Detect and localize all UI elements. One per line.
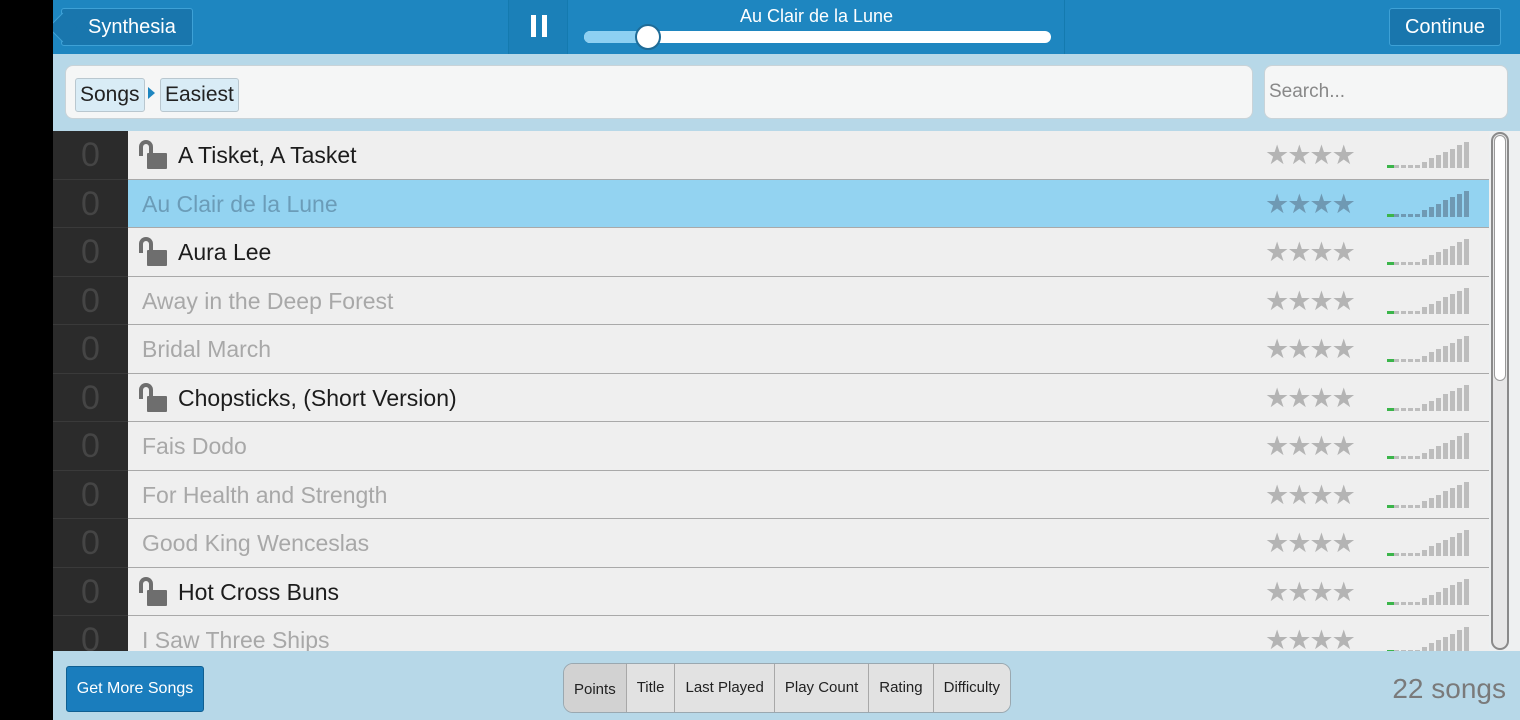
breadcrumb-songs[interactable]: Songs bbox=[75, 78, 145, 112]
top-bar: Synthesia Au Clair de la Lune Continue bbox=[53, 0, 1520, 54]
difficulty-bars-icon bbox=[1387, 336, 1475, 362]
song-row[interactable]: 0 Aura Lee ★★★★ bbox=[53, 228, 1489, 277]
breadcrumb: Songs Easiest bbox=[65, 65, 1253, 119]
sort-tab-points[interactable]: Points bbox=[564, 664, 627, 712]
song-points: 0 bbox=[53, 422, 128, 471]
rating-stars-icon: ★★★★ bbox=[1265, 188, 1356, 219]
sort-tabs: Points Title Last Played Play Count Rating Di… bbox=[563, 663, 1012, 713]
unlocked-padlock-icon bbox=[139, 237, 167, 267]
song-row-body: Good King Wenceslas ★★★★ bbox=[128, 519, 1489, 568]
sort-tab-rating[interactable]: Rating bbox=[869, 664, 934, 712]
difficulty-bars-icon bbox=[1387, 481, 1475, 508]
unlocked-padlock-icon bbox=[139, 382, 167, 413]
song-title: For Health and Strength bbox=[142, 481, 388, 508]
scrollbar[interactable] bbox=[1491, 132, 1509, 650]
song-row-body: Aura Lee ★★★★ bbox=[128, 228, 1489, 277]
song-title: A Tisket, A Tasket bbox=[178, 142, 357, 168]
rating-stars-icon: ★★★★ bbox=[1265, 625, 1356, 651]
rating-stars-icon: ★★★★ bbox=[1265, 334, 1356, 364]
song-points: 0 bbox=[53, 373, 128, 422]
song-row[interactable]: 0 Good King Wenceslas ★★★★ bbox=[53, 519, 1489, 568]
song-title: Fais Dodo bbox=[142, 433, 247, 459]
rating-stars-icon: ★★★★ bbox=[1265, 479, 1356, 510]
back-button-label: Synthesia bbox=[88, 16, 176, 38]
difficulty-bars-icon bbox=[1387, 433, 1475, 459]
song-list: 0A Tisket, A Tasket ★★★★ 0 Au Clair de la L… bbox=[53, 131, 1520, 651]
unlocked-padlock-icon bbox=[139, 140, 167, 170]
difficulty-bars-icon bbox=[1387, 384, 1475, 411]
difficulty-bars-icon bbox=[1387, 578, 1475, 605]
rating-stars-icon: ★★★★ bbox=[1265, 140, 1356, 170]
song-row-body: I Saw Three Ships ★★★★ bbox=[128, 616, 1489, 651]
song-row-body: Au Clair de la Lune ★★★★ bbox=[128, 179, 1489, 228]
song-row[interactable]: 0 Au Clair de la Lune ★★★★ bbox=[53, 179, 1489, 228]
difficulty-bars-icon bbox=[1387, 190, 1475, 217]
song-title: Bridal March bbox=[142, 336, 272, 362]
song-title: Au Clair de la Lune bbox=[142, 190, 338, 217]
song-points: 0 bbox=[53, 276, 128, 325]
song-title: I Saw Three Ships bbox=[142, 627, 330, 651]
pause-button[interactable] bbox=[508, 0, 568, 54]
song-title: Hot Cross Buns bbox=[178, 578, 340, 605]
song-row-body: Chopsticks, (Short Version) ★★★★ bbox=[128, 373, 1489, 422]
rating-stars-icon: ★★★★ bbox=[1265, 285, 1356, 316]
unlocked-padlock-icon bbox=[139, 576, 167, 607]
get-more-songs-button[interactable]: Get More Songs bbox=[66, 666, 204, 712]
song-title: Chopsticks, (Short Version) bbox=[178, 384, 457, 411]
song-points: 0 bbox=[53, 325, 128, 374]
synthesia-app: Synthesia Au Clair de la Lune Continue S… bbox=[53, 0, 1520, 720]
song-points: 0 bbox=[53, 567, 128, 616]
continue-button[interactable]: Continue bbox=[1389, 8, 1501, 46]
breadcrumb-easiest[interactable]: Easiest bbox=[160, 78, 239, 112]
song-row-body: A Tisket, A Tasket ★★★★ bbox=[128, 131, 1489, 180]
song-count: 22 songs bbox=[1392, 673, 1506, 704]
sort-tab-difficulty[interactable]: Difficulty bbox=[933, 664, 1011, 712]
song-row[interactable]: 0 Fais Dodo ★★★★ bbox=[53, 422, 1489, 471]
sort-tab-last-played[interactable]: Last Played bbox=[675, 664, 775, 712]
song-points: 0 bbox=[53, 470, 128, 519]
difficulty-bars-icon bbox=[1387, 627, 1475, 651]
song-row[interactable]: 0 For Health and Strength ★★★★ bbox=[53, 470, 1489, 519]
song-row-body: Fais Dodo ★★★★ bbox=[128, 422, 1489, 471]
song-row[interactable]: 0 Bridal March ★★★★ bbox=[53, 325, 1489, 374]
rating-stars-icon: ★★★★ bbox=[1265, 576, 1356, 607]
difficulty-bars-icon bbox=[1387, 530, 1475, 556]
rating-stars-icon: ★★★★ bbox=[1265, 431, 1356, 461]
rating-stars-icon: ★★★★ bbox=[1265, 528, 1356, 558]
search-input[interactable] bbox=[1269, 76, 1499, 108]
bottom-bar: Get More Songs Points Title Last Played Pla… bbox=[53, 651, 1520, 720]
pause-icon bbox=[531, 15, 547, 37]
song-points: 0 bbox=[53, 519, 128, 568]
rating-stars-icon: ★★★★ bbox=[1265, 382, 1356, 413]
song-title: Aura Lee bbox=[178, 239, 272, 265]
song-row-body: Away in the Deep Forest ★★★★ bbox=[128, 276, 1489, 325]
song-row-body: For Health and Strength ★★★★ bbox=[128, 470, 1489, 519]
song-row[interactable]: 0 Away in the Deep Forest ★★★★ bbox=[53, 276, 1489, 325]
breadcrumb-arrow-icon bbox=[148, 87, 155, 99]
song-points: 0 bbox=[53, 179, 128, 228]
sort-tab-title[interactable]: Title bbox=[626, 664, 676, 712]
song-row[interactable]: 0 Chopsticks, (Short Version) ★★★★ bbox=[53, 373, 1489, 422]
search-box bbox=[1264, 65, 1508, 119]
song-row[interactable]: 0 A Tisket, A Tasket ★★★★ bbox=[53, 131, 1489, 180]
song-points: 0 bbox=[53, 228, 128, 277]
song-points: 0 bbox=[53, 131, 128, 180]
song-row-body: Bridal March ★★★★ bbox=[128, 325, 1489, 374]
song-row[interactable]: 0 I Saw Three Ships ★★★★ bbox=[53, 616, 1489, 651]
song-points: 0 bbox=[53, 616, 128, 651]
song-row[interactable]: 0 Hot Cross Buns ★★★★ bbox=[53, 567, 1489, 616]
sort-tab-play-count[interactable]: Play Count bbox=[774, 664, 870, 712]
progress-slider-knob[interactable] bbox=[635, 24, 662, 50]
rating-stars-icon: ★★★★ bbox=[1265, 237, 1356, 267]
song-row-body: Hot Cross Buns ★★★★ bbox=[128, 567, 1489, 616]
back-button[interactable]: Synthesia bbox=[61, 8, 193, 46]
scrollbar-thumb[interactable] bbox=[1494, 135, 1506, 381]
difficulty-bars-icon bbox=[1387, 239, 1475, 265]
breadcrumb-bar: Songs Easiest bbox=[53, 54, 1520, 131]
song-title: Away in the Deep Forest bbox=[142, 287, 394, 314]
playback-area: Au Clair de la Lune bbox=[568, 0, 1065, 54]
difficulty-bars-icon bbox=[1387, 142, 1475, 168]
difficulty-bars-icon bbox=[1387, 287, 1475, 314]
song-title: Good King Wenceslas bbox=[142, 530, 370, 556]
